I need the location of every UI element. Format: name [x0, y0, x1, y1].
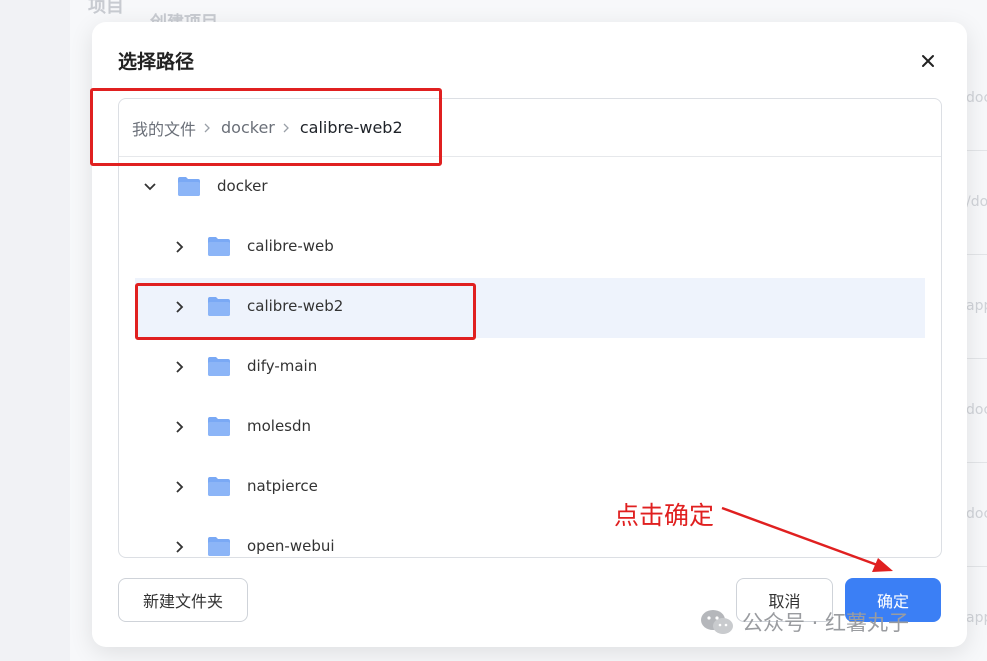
tree-label: dify-main	[247, 357, 318, 375]
tree-row-molesdn[interactable]: molesdn	[135, 398, 925, 458]
folder-icon	[208, 297, 230, 316]
breadcrumb-docker[interactable]: docker	[221, 118, 275, 137]
chevron-right-icon	[283, 123, 289, 132]
tree-row-calibre-web[interactable]: calibre-web	[135, 218, 925, 278]
folder-icon	[208, 537, 230, 556]
folder-icon	[208, 357, 230, 376]
background-fragment: app/	[966, 298, 987, 314]
annotation-label: 点击确定	[614, 501, 715, 530]
tree-row-natpierce[interactable]: natpierce	[135, 458, 925, 518]
chevron-right-icon[interactable]	[173, 480, 187, 494]
breadcrumb-current[interactable]: calibre-web2	[300, 118, 403, 137]
tree-label: calibre-web2	[247, 297, 344, 315]
new-folder-button[interactable]: 新建文件夹	[118, 578, 248, 622]
chevron-right-icon[interactable]	[173, 240, 187, 254]
tree-label: molesdn	[247, 417, 312, 435]
folder-icon	[208, 477, 230, 496]
watermark-text: 公众号 · 红薯丸子	[742, 611, 910, 635]
background-fragment: /doc	[966, 194, 987, 210]
tree-row-calibre-web2[interactable]: calibre-web2	[135, 278, 925, 338]
breadcrumb: 我的文件 docker calibre-web2	[119, 99, 941, 157]
tree-label: calibre-web	[247, 237, 334, 255]
chevron-right-icon[interactable]	[173, 420, 187, 434]
close-button[interactable]	[916, 49, 940, 73]
chevron-down-icon[interactable]	[143, 180, 157, 194]
folder-browser: 我的文件 docker calibre-web2 docker calibre-…	[118, 98, 942, 558]
chevron-right-icon[interactable]	[173, 300, 187, 314]
folder-icon	[178, 177, 200, 196]
background-fragment: docke	[966, 506, 987, 522]
close-icon	[922, 55, 934, 67]
breadcrumb-my-files[interactable]: 我的文件	[132, 116, 196, 140]
background-heading: 项目	[88, 0, 124, 17]
chevron-right-icon	[204, 123, 210, 132]
tree-row-docker[interactable]: docker	[135, 158, 925, 218]
tree-label: docker	[217, 177, 268, 195]
folder-tree: docker calibre-web calibre-web2 dify-mai…	[119, 158, 941, 557]
wechat-icon	[701, 610, 733, 634]
folder-icon	[208, 417, 230, 436]
tree-row-dify-main[interactable]: dify-main	[135, 338, 925, 398]
background-fragment: dock	[966, 402, 987, 418]
select-path-dialog: 选择路径 我的文件 docker calibre-web2 docker cal…	[92, 22, 967, 647]
background-fragment: docke	[966, 90, 987, 106]
watermark: 公众号 · 红薯丸子	[700, 607, 909, 637]
tree-label: open-webui	[247, 537, 335, 555]
dialog-title: 选择路径	[118, 51, 195, 73]
background-fragment: app	[966, 610, 987, 626]
chevron-right-icon[interactable]	[173, 360, 187, 374]
tree-label: natpierce	[247, 477, 318, 495]
tree-row-open-webui[interactable]: open-webui	[135, 518, 925, 557]
folder-icon	[208, 237, 230, 256]
chevron-right-icon[interactable]	[173, 540, 187, 554]
